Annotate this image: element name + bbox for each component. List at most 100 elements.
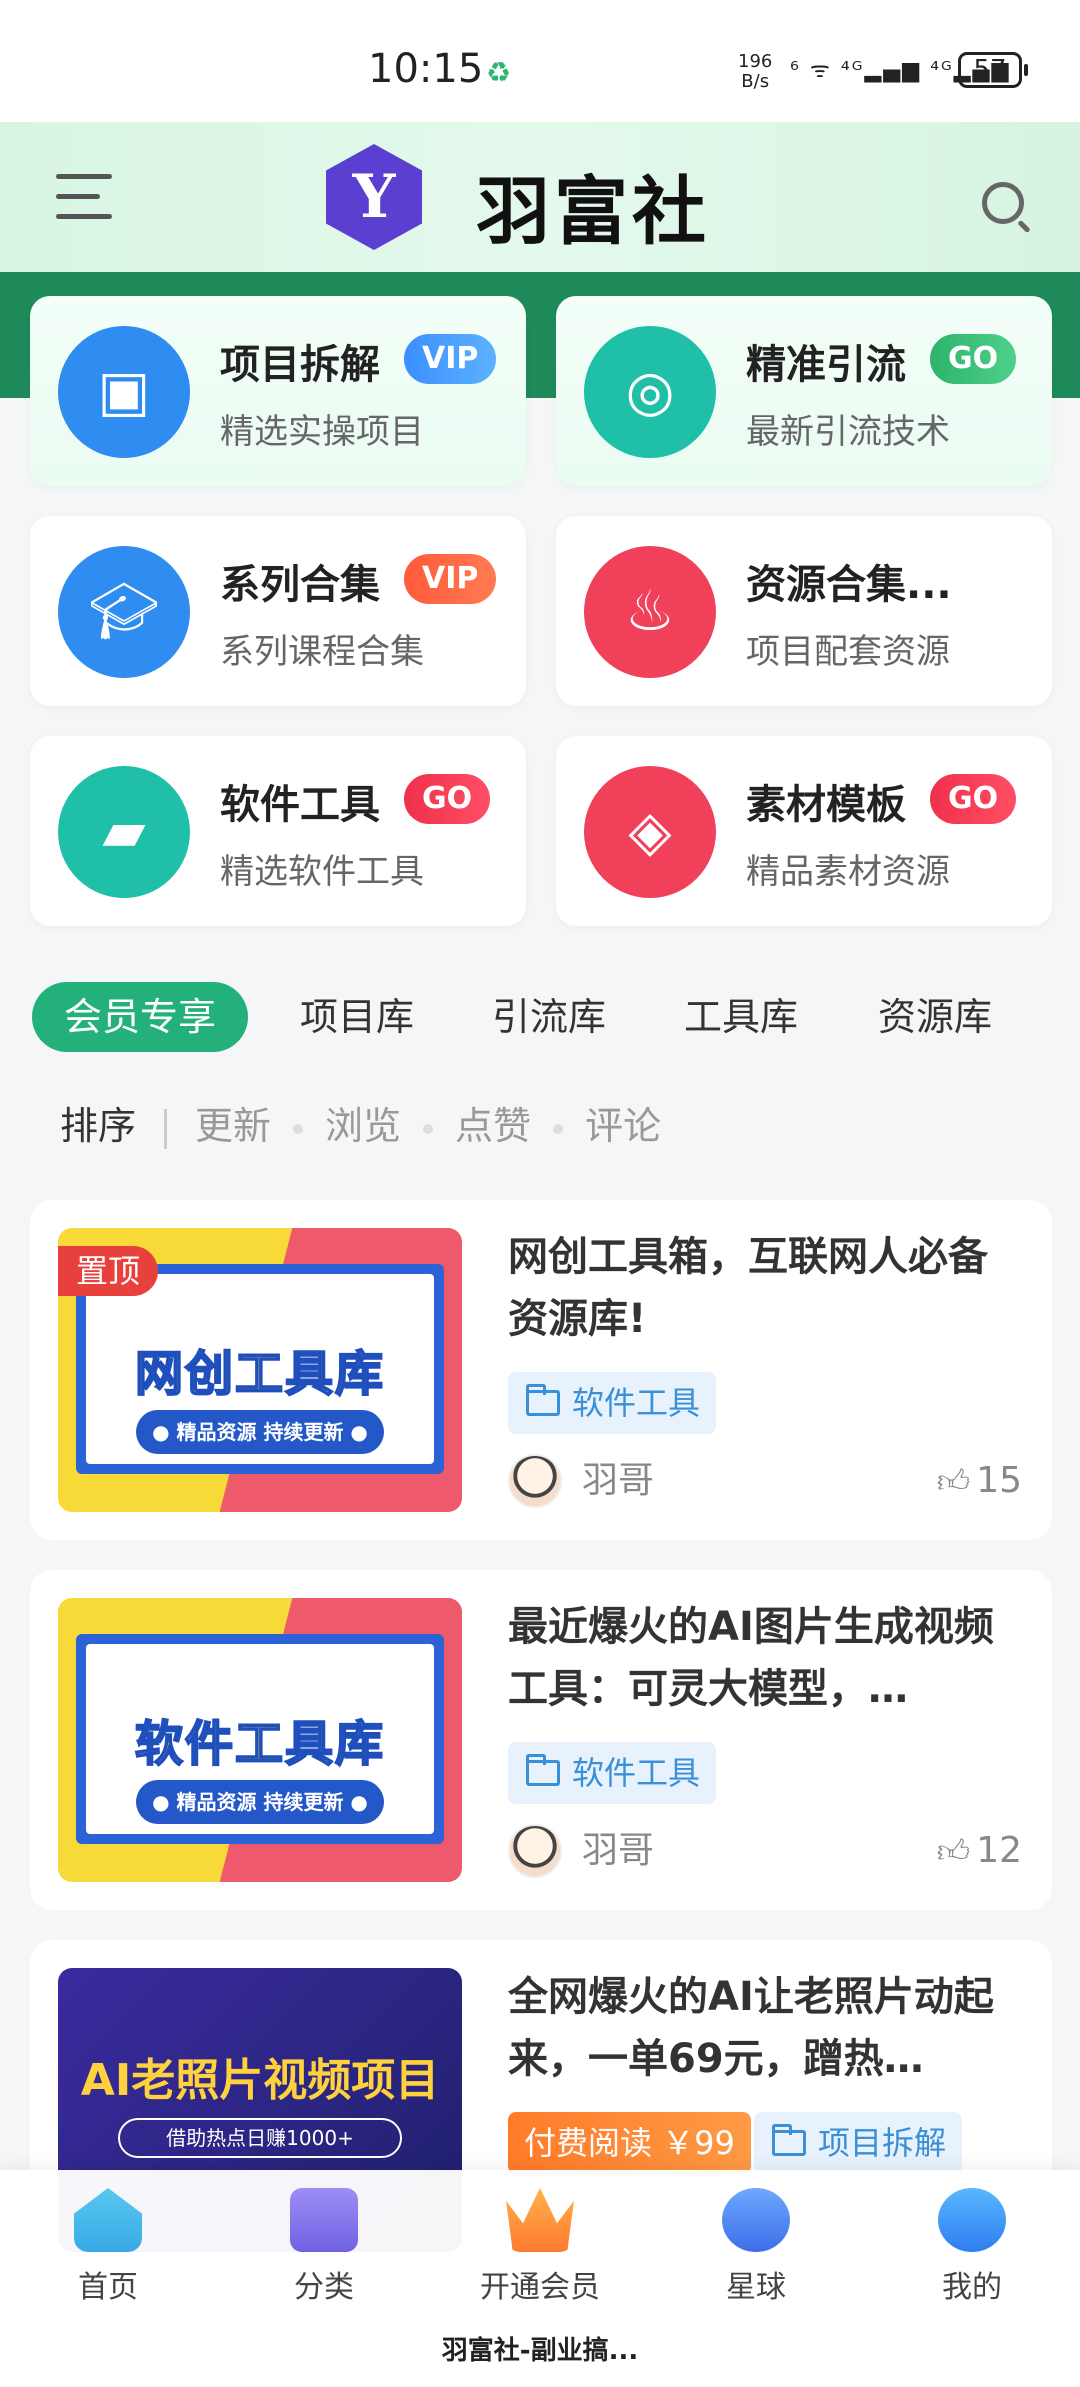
article-title[interactable]: 最近爆火的AI图片生成视频工具：可灵大模型，… — [508, 1596, 1008, 1720]
thumbnail-title: AI老照片视频项目 — [80, 2055, 440, 2106]
grid-card-templates[interactable]: ◈ 素材模板 GO 精品素材资源 — [556, 736, 1052, 926]
thumbnail-pill: ● 精品资源 持续更新 ● — [136, 1780, 384, 1824]
sync-icon: ♻ — [486, 56, 512, 89]
grid-card-subtitle: 项目配套资源 — [746, 632, 950, 672]
nav-profile[interactable]: 我的 — [864, 2170, 1080, 2316]
sort-option-views[interactable]: 浏览 — [325, 1104, 401, 1148]
nav-label: 首页 — [78, 2270, 138, 2305]
sort-label: 排序 — [60, 1104, 137, 1148]
tab-members[interactable]: 会员专享 — [32, 982, 249, 1052]
grid-card-title: 软件工具 — [220, 782, 380, 828]
article-title[interactable]: 网创工具箱，互联网人必备资源库! — [508, 1226, 1008, 1350]
like-count[interactable]: 👍︎ 12 — [937, 1824, 1022, 1878]
grid-card-project-breakdown[interactable]: ▣ 项目拆解 VIP 精选实操项目 — [30, 296, 526, 486]
nav-label: 开通会员 — [480, 2270, 600, 2305]
tool-icon: ▰ — [58, 766, 190, 898]
clock: 10:15 — [368, 46, 484, 92]
grid-card-subtitle: 精品素材资源 — [746, 852, 950, 892]
go-badge: GO — [930, 334, 1017, 384]
nav-home[interactable]: 首页 — [0, 2170, 216, 2316]
sort-option-update[interactable]: 更新 — [195, 1104, 271, 1148]
thumbnail-pill: ● 精品资源 持续更新 ● — [136, 1410, 384, 1454]
network-rate: 196 B/s — [738, 52, 772, 92]
article-thumbnail[interactable]: 软件工具库 ● 精品资源 持续更新 ● — [58, 1598, 462, 1882]
grid-card-title: 精准引流 — [746, 342, 906, 388]
dot-separator — [553, 1123, 564, 1134]
pinned-badge: 置顶 — [58, 1246, 159, 1296]
article-card[interactable]: 软件工具库 ● 精品资源 持续更新 ● 最近爆火的AI图片生成视频工具：可灵大模… — [30, 1570, 1052, 1910]
nav-membership[interactable]: 开通会员 — [432, 2170, 648, 2316]
like-count-value: 15 — [976, 1460, 1022, 1501]
category-tag-label: 软件工具 — [572, 1384, 701, 1422]
avatar[interactable] — [508, 1824, 562, 1878]
thumb-up-icon: 👍︎ — [936, 1832, 971, 1870]
thumbnail-title: 网创工具库 — [134, 1345, 385, 1403]
like-count[interactable]: 👍︎ 15 — [937, 1454, 1022, 1508]
graduation-cap-icon: 🎓︎ — [58, 546, 190, 678]
template-icon: ◈ — [584, 766, 716, 898]
flame-icon: ♨ — [584, 546, 716, 678]
grid-card-series[interactable]: 🎓︎ 系列合集 VIP 系列课程合集 — [30, 516, 526, 706]
category-icon — [290, 2188, 358, 2252]
bottom-navigation: 首页 分类 开通会员 星球 我的 — [0, 2170, 1080, 2316]
grid-card-title: 素材模板 — [746, 782, 906, 828]
grid-card-title: 系列合集 — [220, 562, 380, 608]
article-card[interactable]: 网创工具库 ● 精品资源 持续更新 ● 置顶 网创工具箱，互联网人必备资源库! … — [30, 1200, 1052, 1540]
grid-card-subtitle: 精选实操项目 — [220, 412, 424, 452]
category-tag-label: 软件工具 — [572, 1754, 701, 1792]
grid-card-subtitle: 精选软件工具 — [220, 852, 424, 892]
folder-icon — [772, 2124, 806, 2156]
grid-card-traffic[interactable]: ◎ 精准引流 GO 最新引流技术 — [556, 296, 1052, 486]
planet-badge-icon — [722, 2188, 790, 2252]
tab-tools[interactable]: 工具库 — [684, 982, 798, 1052]
article-thumbnail[interactable]: 网创工具库 ● 精品资源 持续更新 ● 置顶 — [58, 1228, 462, 1512]
nav-label: 我的 — [942, 2270, 1002, 2305]
vip-badge: VIP — [404, 334, 497, 384]
profile-icon — [938, 2188, 1006, 2252]
logo-icon: Y — [326, 144, 422, 250]
home-icon — [74, 2188, 142, 2252]
nav-planet[interactable]: 星球 — [648, 2170, 864, 2316]
grid-card-title: 项目拆解 — [220, 342, 380, 388]
search-icon[interactable] — [982, 182, 1024, 224]
category-tag[interactable]: 软件工具 — [508, 1742, 717, 1804]
nav-category[interactable]: 分类 — [216, 2170, 432, 2316]
battery-icon: 57 — [958, 52, 1028, 88]
network-rate-value: 196 — [738, 51, 773, 72]
chrome-icon: ◎ — [584, 326, 716, 458]
avatar[interactable] — [508, 1454, 562, 1508]
grid-card-subtitle: 最新引流技术 — [746, 412, 950, 452]
tab-traffic[interactable]: 引流库 — [492, 982, 606, 1052]
go-badge: GO — [404, 774, 491, 824]
sort-option-likes[interactable]: 点赞 — [455, 1104, 531, 1148]
grid-card-title: 资源合集... — [746, 562, 952, 608]
thumbnail-title: 软件工具库 — [134, 1715, 385, 1773]
folder-icon — [526, 1384, 560, 1416]
category-tag[interactable]: 项目拆解 — [754, 2112, 963, 2174]
category-tabs: 会员专享 项目库 引流库 工具库 资源库 — [0, 982, 1080, 1056]
author-name: 羽哥 — [582, 1460, 655, 1501]
vip-badge: VIP — [404, 554, 497, 604]
grid-card-software[interactable]: ▰ 软件工具 GO 精选软件工具 — [30, 736, 526, 926]
nav-label: 星球 — [726, 2270, 786, 2305]
go-badge: GO — [930, 774, 1017, 824]
grid-card-subtitle: 系列课程合集 — [220, 632, 424, 672]
author-name: 羽哥 — [582, 1830, 655, 1871]
grid-card-resources[interactable]: ♨ 资源合集... 项目配套资源 — [556, 516, 1052, 706]
folder-icon — [526, 1754, 560, 1786]
menu-icon[interactable] — [56, 174, 112, 220]
app-caption: 羽富社-副业搞... — [0, 2316, 1080, 2387]
crown-icon — [506, 2188, 574, 2252]
dot-separator — [293, 1123, 304, 1134]
status-bar: 10:15 ♻ 196 B/s ⁶ ᯤ ⁴ᴳ▂▄▆ ⁴ᴳ▂▄▆ 57 — [0, 0, 1080, 122]
divider — [164, 1108, 168, 1149]
dot-separator — [423, 1123, 434, 1134]
cube-icon: ▣ — [58, 326, 190, 458]
sort-option-comments[interactable]: 评论 — [585, 1104, 661, 1148]
category-tag[interactable]: 软件工具 — [508, 1372, 717, 1434]
tab-resources[interactable]: 资源库 — [878, 982, 992, 1052]
tab-projects[interactable]: 项目库 — [300, 982, 414, 1052]
paid-read-tag[interactable]: 付费阅读 ￥99 — [508, 2112, 751, 2174]
nav-label: 分类 — [294, 2270, 354, 2305]
article-title[interactable]: 全网爆火的AI让老照片动起来，一单69元，蹭热… — [508, 1966, 1008, 2090]
